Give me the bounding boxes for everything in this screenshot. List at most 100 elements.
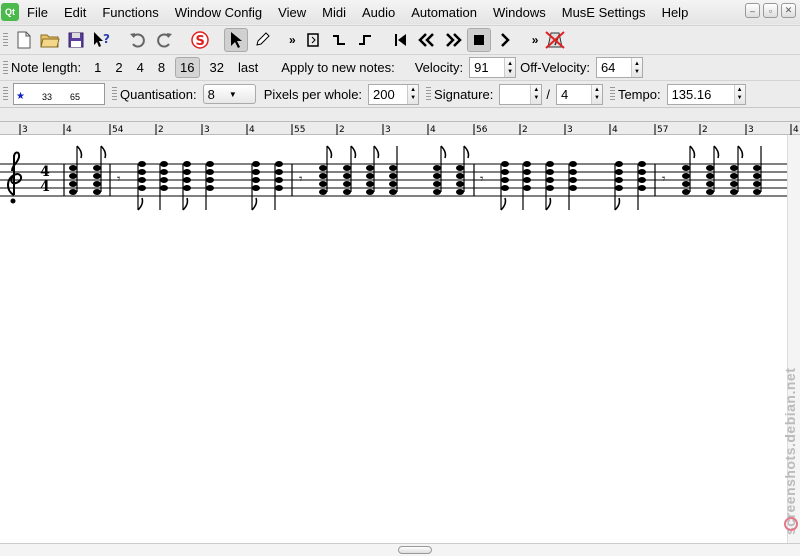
toolbar-grip-icon[interactable] <box>112 87 117 101</box>
chord <box>251 161 260 211</box>
signature-den-stepper-icon[interactable]: ▲ ▼ <box>590 84 602 104</box>
scrollbar-thumb[interactable] <box>398 546 432 554</box>
punch-in-icon[interactable] <box>301 28 325 52</box>
menu-window-config[interactable]: Window Config <box>175 5 262 20</box>
note-length-32[interactable]: 32 <box>206 58 228 77</box>
toolbar-chevron-icon[interactable]: » <box>289 33 296 47</box>
redo-icon[interactable] <box>152 28 176 52</box>
horizontal-scrollbar[interactable] <box>0 543 800 556</box>
ruler-label: 4 <box>793 125 799 135</box>
punch-out-icon[interactable] <box>353 28 377 52</box>
save-icon[interactable] <box>64 28 88 52</box>
pointer-icon[interactable] <box>224 27 248 52</box>
open-folder-icon[interactable] <box>38 28 62 52</box>
ruler-label: 4 <box>612 125 618 135</box>
quantisation-select[interactable]: 8 ▼ <box>202 84 256 104</box>
menu-automation[interactable]: Automation <box>411 5 477 20</box>
toolbar-chevron-icon-2[interactable]: » <box>532 33 539 47</box>
time-signature-bottom: 4 <box>40 179 50 195</box>
chord <box>274 161 283 210</box>
ruler-label: 3 <box>22 125 28 135</box>
note-length-toolbar: Note length: 1 2 4 8 16 32 last Apply to… <box>0 54 800 80</box>
score-canvas[interactable]: 4 4 𝄾 𝄾 𝄾 𝄾 <box>0 135 787 543</box>
signature-numerator-input[interactable] <box>500 84 531 104</box>
note-length-2[interactable]: 2 <box>111 58 126 77</box>
menu-functions[interactable]: Functions <box>102 5 158 20</box>
mini-ruler[interactable]: ★ 33 65 <box>13 83 105 105</box>
toolbar-grip-icon[interactable] <box>3 87 8 101</box>
velocity-spinbox[interactable]: ▲▼ <box>469 57 517 78</box>
rewind-to-start-icon[interactable] <box>389 28 413 52</box>
pixels-per-whole-spinbox[interactable]: ▲▼ <box>368 83 420 105</box>
signature-num-stepper-icon[interactable]: ▲ ▼ <box>530 84 542 104</box>
time-ruler[interactable]: 3 4 54 2 3 4 55 2 3 4 56 2 3 4 57 2 3 4 <box>0 121 800 135</box>
signature-slash: / <box>546 86 550 102</box>
ruler-label: 56 <box>476 125 488 135</box>
velocity-stepper-icon[interactable]: ▲ ▼ <box>504 58 516 77</box>
new-file-icon[interactable] <box>12 28 36 52</box>
menu-view[interactable]: View <box>278 5 306 20</box>
menu-help[interactable]: Help <box>662 5 689 20</box>
menu-windows[interactable]: Windows <box>493 5 546 20</box>
note-length-4[interactable]: 4 <box>133 58 148 77</box>
menu-muse-settings[interactable]: MusE Settings <box>562 5 646 20</box>
signature-denominator-input[interactable] <box>556 84 591 104</box>
close-icon[interactable]: ✕ <box>781 3 796 18</box>
vertical-scrollbar[interactable]: screenshots.debian.net <box>782 135 800 543</box>
signature-numerator-spinbox[interactable]: ▲▼ <box>499 83 543 105</box>
tempo-spinbox[interactable]: ▲▼ <box>666 83 746 105</box>
menu-midi[interactable]: Midi <box>322 5 346 20</box>
signature-denominator-spinbox[interactable]: ▲▼ <box>555 83 603 105</box>
menu-bar: Qt File Edit Functions Window Config Vie… <box>0 0 800 24</box>
toolbar-grip-icon[interactable] <box>426 87 432 101</box>
off-velocity-spinbox[interactable]: ▲▼ <box>595 57 643 78</box>
off-velocity-input[interactable] <box>596 58 631 77</box>
restore-icon[interactable]: ▫ <box>763 3 778 18</box>
ruler-label: 3 <box>748 125 754 135</box>
quantisation-value: 8 <box>207 86 215 102</box>
ruler-label: 3 <box>567 125 573 135</box>
chord <box>614 161 623 211</box>
pencil-icon[interactable] <box>250 28 274 52</box>
off-velocity-stepper-icon[interactable]: ▲ ▼ <box>630 58 642 77</box>
metronome-off-icon[interactable] <box>543 28 567 52</box>
undo-icon[interactable] <box>126 28 150 52</box>
note-length-last[interactable]: last <box>234 58 262 77</box>
note-length-1[interactable]: 1 <box>90 58 105 77</box>
punch-curve-icon[interactable] <box>327 28 351 52</box>
ruler-label: 2 <box>522 125 528 135</box>
chord <box>137 161 146 211</box>
tempo-input[interactable] <box>667 84 734 104</box>
mini-ruler-tick: 65 <box>70 92 81 102</box>
play-icon[interactable] <box>493 28 517 52</box>
menu-edit[interactable]: Edit <box>64 5 86 20</box>
velocity-label: Velocity: <box>414 60 464 75</box>
window-buttons: – ▫ ✕ <box>745 3 796 18</box>
fast-forward-icon[interactable] <box>441 28 465 52</box>
svg-text:S: S <box>196 34 205 49</box>
toolbar-grip-icon[interactable] <box>3 32 8 47</box>
whats-this-icon[interactable]: ? <box>90 28 114 52</box>
toolbar-grip-icon[interactable] <box>609 87 615 101</box>
minimize-icon[interactable]: – <box>745 3 760 18</box>
tempo-stepper-icon[interactable]: ▲ ▼ <box>733 84 745 104</box>
ruler-label: 4 <box>249 125 255 135</box>
watermark: screenshots.debian.net <box>782 367 798 535</box>
menu-audio[interactable]: Audio <box>362 5 395 20</box>
rewind-icon[interactable] <box>415 28 439 52</box>
velocity-input[interactable] <box>470 58 505 77</box>
toolbar-grip-icon[interactable] <box>3 60 8 75</box>
ruler-label: 57 <box>657 125 668 135</box>
pixels-stepper-icon[interactable]: ▲ ▼ <box>407 84 419 104</box>
mini-ruler-tick: 33 <box>42 92 53 102</box>
pixels-per-whole-label: Pixels per whole: <box>263 86 363 102</box>
steprec-icon[interactable]: S <box>188 28 212 52</box>
pixels-per-whole-input[interactable] <box>369 84 408 104</box>
stop-icon[interactable] <box>466 27 491 52</box>
ruler-label: 2 <box>702 125 708 135</box>
chord <box>545 161 554 211</box>
chevron-down-icon: ▼ <box>228 89 237 99</box>
note-length-16[interactable]: 16 <box>175 57 200 78</box>
menu-file[interactable]: File <box>27 5 48 20</box>
note-length-8[interactable]: 8 <box>154 58 169 77</box>
